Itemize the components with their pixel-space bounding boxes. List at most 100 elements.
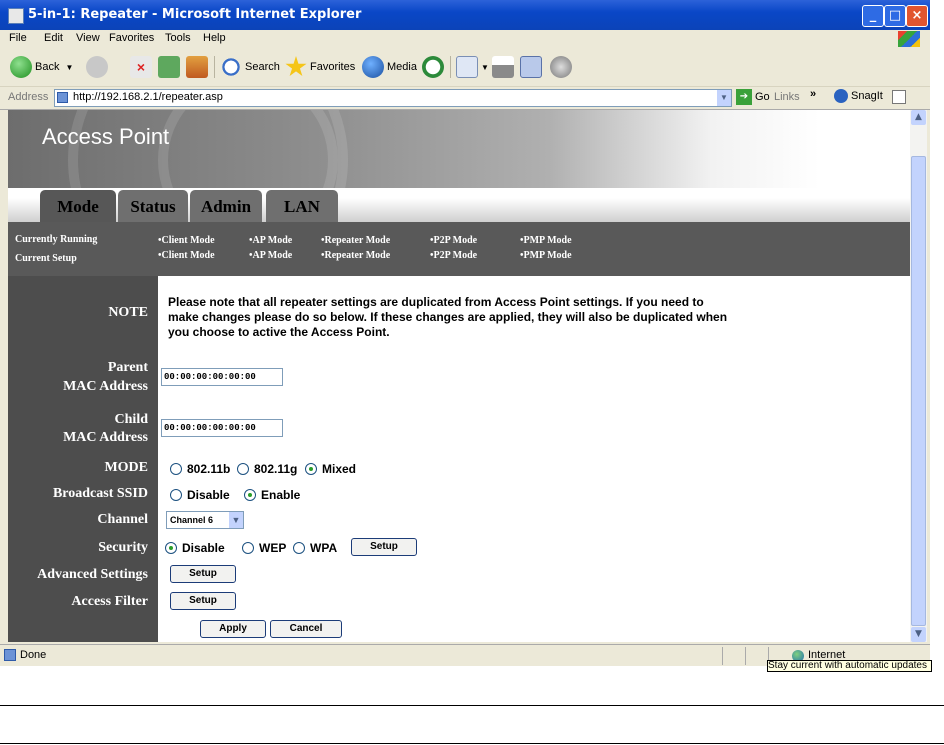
refresh-icon	[158, 56, 180, 78]
child-mac-label-line1: Child	[114, 412, 148, 427]
mode-80211g-radio[interactable]: 802.11g	[237, 462, 297, 476]
security-wpa-radio[interactable]: WPA	[293, 541, 337, 555]
menu-view[interactable]: View	[76, 32, 100, 44]
mode-status-grid: Currently Running Current Setup •Client …	[8, 222, 910, 276]
tab-mode[interactable]: Mode	[40, 190, 116, 222]
mode-label: MODE	[104, 460, 148, 475]
security-setup-button[interactable]: Setup	[351, 538, 417, 556]
running-p2p-mode: •P2P Mode	[430, 235, 478, 246]
mail-button[interactable]: ▼	[456, 55, 489, 79]
ssid-enable-radio[interactable]: Enable	[244, 488, 300, 502]
apply-button[interactable]: Apply	[200, 620, 266, 638]
search-icon	[220, 56, 242, 78]
status-text: Done	[20, 649, 47, 661]
radio-icon	[237, 463, 249, 475]
mail-icon	[456, 56, 478, 78]
go-button[interactable]: ➔ Go	[736, 89, 770, 105]
history-icon	[422, 56, 444, 78]
mode-80211b-radio[interactable]: 802.11b	[170, 462, 230, 476]
menu-file[interactable]: File	[9, 32, 27, 44]
scroll-down-icon[interactable]: ▼	[911, 627, 926, 642]
radio-selected-icon	[305, 463, 317, 475]
address-bar: Address http://192.168.2.1/repeater.asp …	[0, 87, 930, 110]
edit-icon	[520, 56, 542, 78]
favorites-star-icon	[285, 56, 307, 77]
ssid-disable-radio[interactable]: Disable	[170, 488, 230, 502]
snagit-label: SnagIt	[851, 90, 883, 102]
advanced-setup-button[interactable]: Setup	[170, 565, 236, 583]
messenger-button[interactable]	[550, 55, 575, 79]
address-dropdown-icon[interactable]: ▼	[717, 90, 731, 106]
parent-mac-input[interactable]: 00:00:00:00:00:00	[161, 368, 283, 386]
radio-icon	[170, 463, 182, 475]
status-divider	[745, 647, 746, 665]
radio-icon	[170, 489, 182, 501]
go-arrow-icon: ➔	[736, 89, 752, 105]
forward-button[interactable]	[86, 55, 111, 79]
channel-select[interactable]: Channel 6 ▼	[166, 511, 244, 529]
radio-icon	[242, 542, 254, 554]
tab-lan[interactable]: LAN	[266, 190, 338, 222]
media-button[interactable]: Media	[362, 55, 417, 79]
tab-status[interactable]: Status	[118, 190, 188, 222]
cancel-button[interactable]: Cancel	[270, 620, 342, 638]
snagit-button[interactable]: SnagIt	[834, 89, 883, 103]
divider-line	[0, 743, 944, 744]
toolbar: Back ▼ × Search Favorites Media ▼	[0, 48, 930, 87]
running-ap-mode: •AP Mode	[249, 235, 293, 246]
mode-80211g-label: 802.11g	[254, 462, 298, 476]
mode-mixed-radio[interactable]: Mixed	[305, 462, 356, 476]
dropdown-arrow-icon: ▼	[65, 62, 74, 72]
close-button[interactable]: ×	[906, 5, 928, 27]
scroll-up-icon[interactable]: ▲	[911, 110, 926, 125]
mode-mixed-label: Mixed	[322, 462, 357, 476]
page-icon	[57, 92, 68, 103]
history-button[interactable]	[422, 55, 447, 79]
menu-help[interactable]: Help	[203, 32, 226, 44]
refresh-button[interactable]	[158, 55, 183, 79]
maximize-button[interactable]: □	[884, 5, 906, 27]
home-icon	[186, 56, 208, 78]
radio-icon	[293, 542, 305, 554]
advanced-settings-label: Advanced Settings	[37, 567, 148, 582]
security-wep-radio[interactable]: WEP	[242, 541, 286, 555]
tab-bar: Mode Status Admin LAN	[8, 188, 910, 222]
channel-label: Channel	[97, 512, 148, 527]
menu-tools[interactable]: Tools	[165, 32, 191, 44]
search-button[interactable]: Search	[220, 55, 280, 79]
ie-app-icon	[8, 8, 24, 24]
menu-bar: File Edit View Favorites Tools Help	[0, 30, 930, 49]
access-filter-label: Access Filter	[71, 594, 148, 609]
security-label: Security	[98, 540, 148, 555]
stop-button[interactable]: ×	[130, 55, 155, 79]
setup-ap-mode: •AP Mode	[249, 250, 293, 261]
links-chevron-icon[interactable]: »	[810, 88, 816, 100]
filter-setup-button[interactable]: Setup	[170, 592, 236, 610]
windows-logo-icon	[898, 31, 920, 47]
favorites-button[interactable]: Favorites	[285, 55, 355, 79]
mode-80211b-label: 802.11b	[187, 462, 231, 476]
media-label: Media	[387, 61, 417, 73]
back-label: Back	[35, 61, 60, 73]
address-url: http://192.168.2.1/repeater.asp	[73, 91, 223, 103]
radio-selected-icon	[244, 489, 256, 501]
current-setup-label: Current Setup	[15, 253, 77, 264]
snagit-capture-icon[interactable]	[892, 90, 906, 104]
minimize-button[interactable]: _	[862, 5, 884, 27]
web-page: Access Point Mode Status Admin LAN Curre…	[8, 110, 910, 642]
home-button[interactable]	[186, 55, 211, 79]
print-button[interactable]	[492, 55, 517, 79]
tab-admin[interactable]: Admin	[190, 190, 262, 222]
security-disable-radio[interactable]: Disable	[165, 541, 225, 555]
back-button[interactable]: Back ▼	[10, 55, 73, 79]
edit-button[interactable]	[520, 55, 545, 79]
menu-edit[interactable]: Edit	[44, 32, 63, 44]
child-mac-input[interactable]: 00:00:00:00:00:00	[161, 419, 283, 437]
favorites-label: Favorites	[310, 61, 356, 73]
address-input[interactable]: http://192.168.2.1/repeater.asp ▼	[54, 89, 732, 107]
scroll-thumb[interactable]	[911, 156, 926, 626]
links-button[interactable]: Links	[774, 91, 800, 103]
menu-favorites[interactable]: Favorites	[109, 32, 154, 44]
vertical-scrollbar[interactable]: ▲ ▼	[910, 110, 927, 642]
address-label: Address	[8, 91, 49, 103]
